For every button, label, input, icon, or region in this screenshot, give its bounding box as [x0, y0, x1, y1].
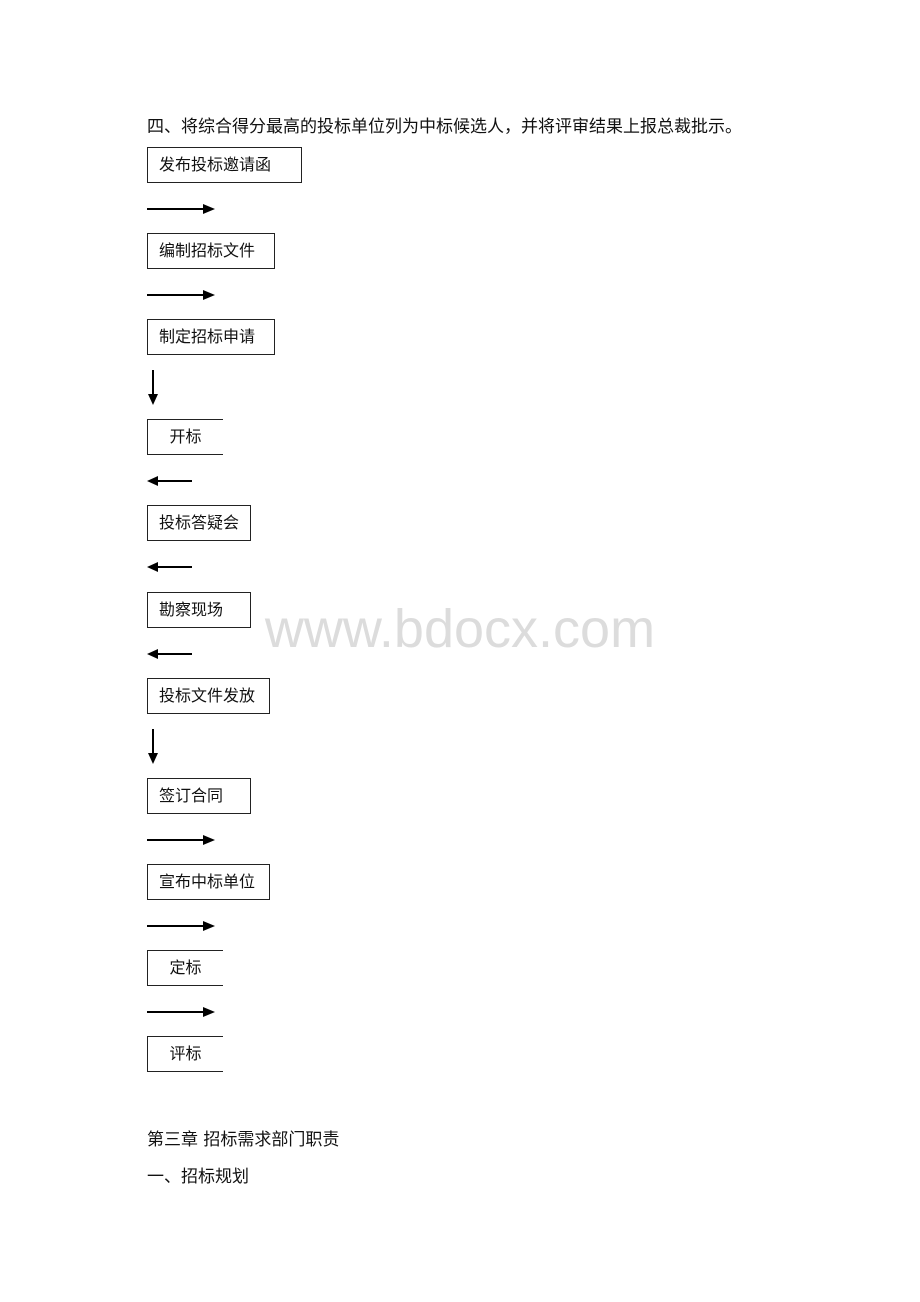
- arrow-left-icon: [147, 562, 192, 572]
- arrow-down-icon: [148, 728, 158, 764]
- flow-step-box: 投标文件发放: [147, 678, 270, 714]
- flow-step-box: 宣布中标单位: [147, 864, 270, 900]
- flow-step-box: 签订合同: [147, 778, 251, 814]
- arrow-right-icon: [147, 920, 215, 931]
- flow-step-box: 制定招标申请: [147, 319, 275, 355]
- flow-step-box: 开标: [147, 419, 223, 455]
- arrow-right-icon: [147, 834, 215, 845]
- arrow-right-icon: [147, 289, 215, 300]
- watermark: www.bdocx.com: [264, 599, 656, 659]
- chapter-heading: 第三章 招标需求部门职责: [147, 1130, 340, 1150]
- flow-step-box: 评标: [147, 1036, 223, 1072]
- flow-step-box: 发布投标邀请函: [147, 147, 302, 183]
- intro-paragraph: 四、将综合得分最高的投标单位列为中标候选人，并将评审结果上报总裁批示。: [147, 117, 742, 137]
- section-heading: 一、招标规划: [147, 1167, 249, 1187]
- arrow-down-icon: [148, 369, 158, 405]
- flow-step-box: 投标答疑会: [147, 505, 251, 541]
- flow-step-box: 定标: [147, 950, 223, 986]
- flow-step-box: 勘察现场: [147, 592, 251, 628]
- arrow-left-icon: [147, 648, 192, 659]
- arrow-right-icon: [147, 1006, 215, 1017]
- flow-step-box: 编制招标文件: [147, 233, 275, 269]
- arrow-left-icon: [147, 475, 192, 486]
- arrow-right-icon: [147, 203, 215, 214]
